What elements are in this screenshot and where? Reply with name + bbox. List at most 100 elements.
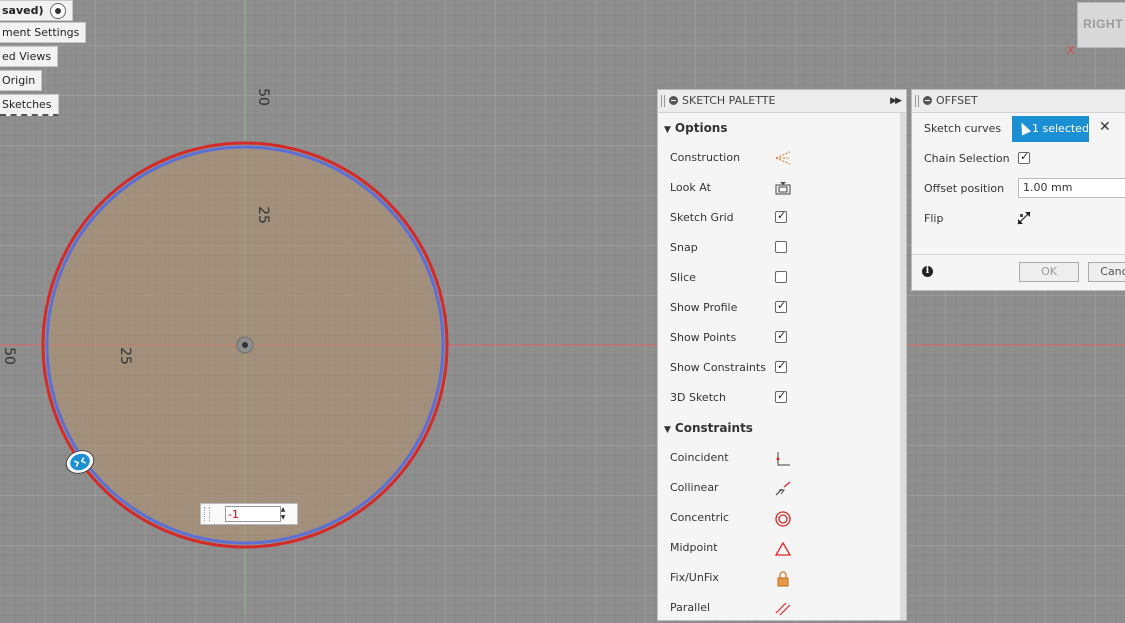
cancel-button[interactable]: Canc: [1088, 262, 1125, 282]
ok-button[interactable]: OK: [1019, 262, 1079, 282]
option-show-profile[interactable]: Show Profile: [658, 293, 906, 323]
drag-handle-icon[interactable]: [661, 95, 665, 107]
option-slice[interactable]: Slice: [658, 263, 906, 293]
offset-position-input[interactable]: 1.00 mm: [1018, 178, 1125, 198]
browser-root-item[interactable]: saved): [0, 0, 73, 21]
3d-sketch-checkbox[interactable]: [775, 389, 787, 403]
browser-root-label: saved): [2, 4, 44, 17]
chain-selection-checkbox[interactable]: [1018, 150, 1030, 164]
show-constraints-checkbox[interactable]: [775, 359, 787, 373]
option-label: 3D Sketch: [670, 391, 727, 404]
option-snap[interactable]: Snap: [658, 233, 906, 263]
option-label: Slice: [670, 271, 696, 284]
constraint-label: Coincident: [670, 451, 729, 464]
info-icon[interactable]: i: [922, 266, 933, 277]
offset-position-label: Offset position: [924, 182, 1005, 195]
view-cube[interactable]: RIGHT: [1077, 2, 1125, 48]
option-show-constraints[interactable]: Show Constraints: [658, 353, 906, 383]
selection-count: 1 selected: [1032, 122, 1089, 135]
axis-label-25-top: 25: [255, 206, 271, 224]
option-label: Construction: [670, 151, 741, 164]
constraint-midpoint[interactable]: Midpoint: [658, 533, 906, 563]
constraint-concentric[interactable]: Concentric: [658, 503, 906, 533]
construction-icon[interactable]: [775, 151, 791, 165]
constraint-collinear[interactable]: Collinear: [658, 473, 906, 503]
browser-item-label: Sketches: [2, 98, 52, 111]
browser-item-sketches[interactable]: Sketches: [0, 94, 59, 116]
browser-item-label: Origin: [2, 74, 36, 87]
snap-checkbox[interactable]: [775, 241, 787, 253]
collapse-triangle-icon: ▼: [664, 425, 671, 435]
grip-icon[interactable]: [204, 507, 210, 521]
browser-item-label: ment Settings: [2, 26, 80, 39]
view-cube-x-axis-marker: X: [1067, 44, 1075, 57]
option-3d-sketch[interactable]: 3D Sketch: [658, 383, 906, 413]
offset-dialog-header[interactable]: OFFSET: [912, 90, 1125, 113]
concentric-icon[interactable]: [775, 511, 791, 527]
collapse-icon[interactable]: [669, 96, 678, 105]
center-point[interactable]: [236, 336, 254, 354]
collinear-icon[interactable]: [775, 481, 791, 496]
sketch-palette-title: SKETCH PALETTE: [682, 94, 776, 107]
option-look-at[interactable]: Look At: [658, 173, 906, 203]
sketch-palette-panel: SKETCH PALETTE ▶▶ ▼ Options Construction …: [657, 89, 907, 621]
option-construction[interactable]: Construction: [658, 143, 906, 173]
view-cube-label: RIGHT: [1083, 17, 1123, 31]
browser-item-named-views[interactable]: ed Views: [0, 46, 59, 67]
constraint-label: Midpoint: [670, 541, 718, 554]
sketch-grid-checkbox[interactable]: [775, 209, 787, 223]
constraints-section-header[interactable]: ▼ Constraints: [658, 413, 906, 443]
collapse-triangle-icon: ▼: [664, 125, 671, 135]
option-label: Sketch Grid: [670, 211, 734, 224]
option-label: Show Profile: [670, 301, 738, 314]
active-radio-icon[interactable]: [49, 3, 66, 19]
lock-icon[interactable]: [775, 571, 789, 587]
axis-label-50-top: 50: [255, 88, 271, 106]
constraint-label: Collinear: [670, 481, 719, 494]
expand-arrows-icon[interactable]: ▶▶: [890, 90, 902, 112]
drag-handle-icon[interactable]: [915, 95, 919, 107]
option-label: Show Points: [670, 331, 737, 344]
constraint-coincident[interactable]: Coincident: [658, 443, 906, 473]
constraint-fix-unfix[interactable]: Fix/UnFix: [658, 563, 906, 593]
constraint-label: Fix/UnFix: [670, 571, 719, 584]
constraints-header-label: Constraints: [674, 421, 753, 435]
offset-dimension-field[interactable]: [225, 506, 281, 522]
option-show-points[interactable]: Show Points: [658, 323, 906, 353]
browser-item-document-settings[interactable]: ment Settings: [0, 22, 87, 43]
axis-label-25-left: 25: [117, 347, 133, 365]
option-label: Show Constraints: [670, 361, 766, 374]
look-at-icon[interactable]: [775, 181, 791, 195]
offset-dimension-input-box: ▲▼: [200, 503, 298, 525]
constraint-label: Parallel: [670, 601, 711, 614]
constraint-parallel[interactable]: Parallel: [658, 593, 906, 623]
constraint-label: Concentric: [670, 511, 730, 524]
coincident-icon[interactable]: [775, 451, 790, 466]
axis-label-50-left: 50: [1, 347, 17, 365]
option-sketch-grid[interactable]: Sketch Grid: [658, 203, 906, 233]
option-label: Look At: [670, 181, 711, 194]
offset-position-row: Offset position 1.00 mm: [912, 174, 1125, 204]
chain-selection-label: Chain Selection: [924, 152, 1010, 165]
browser-item-label: ed Views: [2, 50, 52, 63]
options-section-header[interactable]: ▼ Options: [658, 113, 906, 143]
flip-row: Flip: [912, 204, 1125, 234]
show-points-checkbox[interactable]: [775, 329, 787, 343]
offset-dialog-title: OFFSET: [936, 94, 978, 107]
offset-dialog: OFFSET Sketch curves 1 selected ✕ Chain …: [911, 89, 1125, 291]
sketch-curves-row: Sketch curves 1 selected ✕: [912, 114, 1125, 144]
flip-icon[interactable]: [1017, 211, 1031, 228]
clear-selection-icon[interactable]: ✕: [1099, 119, 1111, 135]
flip-label: Flip: [924, 212, 944, 225]
spinner-arrows-icon[interactable]: ▲ ▼: [278, 506, 288, 522]
sketch-curves-selection-button[interactable]: 1 selected: [1012, 116, 1089, 142]
show-profile-checkbox[interactable]: [775, 299, 787, 313]
option-label: Snap: [670, 241, 698, 254]
slice-checkbox[interactable]: [775, 271, 787, 283]
sketch-curves-label: Sketch curves: [924, 122, 1002, 135]
midpoint-icon[interactable]: [774, 541, 792, 556]
cursor-arrow-icon: [1016, 120, 1032, 136]
sketch-palette-header[interactable]: SKETCH PALETTE ▶▶: [658, 90, 906, 113]
browser-item-origin[interactable]: Origin: [0, 70, 43, 91]
collapse-icon[interactable]: [923, 96, 932, 105]
